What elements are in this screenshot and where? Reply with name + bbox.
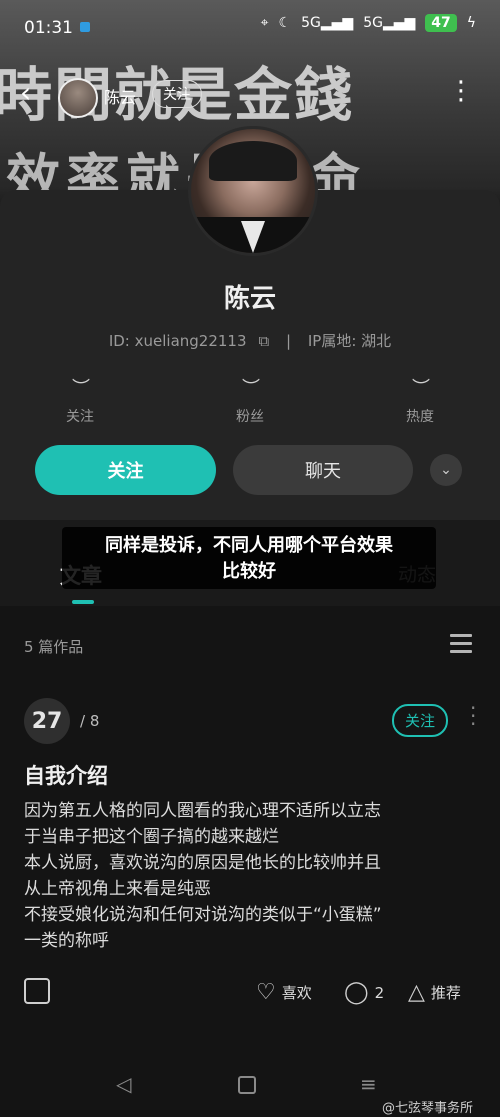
stat-followers[interactable]: ︶ 粉丝 — [200, 374, 300, 426]
post-body-line: 一类的称呼 — [24, 931, 109, 951]
heart-icon: ♡ — [256, 980, 276, 1005]
profile-id-line: ID: xueliang22113 ⧉ | IP属地: 湖北 — [0, 330, 500, 351]
chevron-down-icon[interactable]: ⌄ — [430, 454, 462, 486]
charging-icon: ϟ — [466, 15, 476, 31]
ip-location: IP属地: 湖北 — [307, 332, 392, 350]
comment-button[interactable]: ◯ 2 — [344, 980, 384, 1005]
stat-label: 关注 — [66, 409, 94, 425]
profile-name: 陈云 — [223, 284, 276, 314]
hidden-eye-icon: ︶ — [242, 378, 260, 399]
follow-button[interactable]: 关注 — [35, 445, 216, 495]
share-icon[interactable] — [24, 978, 50, 1004]
profile-stats: ︶ 关注 ︶ 粉丝 ︶ 热度 — [30, 374, 470, 426]
like-label: 喜欢 — [281, 984, 312, 1002]
recommend-button[interactable]: △ 推荐 — [408, 980, 461, 1005]
more-vertical-icon[interactable]: · · · — [470, 698, 476, 734]
comment-count: 2 — [374, 983, 385, 1002]
back-arrow-icon[interactable]: ‹ — [20, 76, 31, 109]
caption-line-2: 比较好 — [222, 561, 276, 582]
post-body: 因为第五人格的同人圈看的我心理不适所以立志 于当串子把这个圈子搞的越来越烂 本人… — [24, 798, 480, 954]
top-username: 陈云 — [104, 88, 137, 107]
post-body-line: 于当串子把这个圈子搞的越来越烂 — [24, 827, 279, 847]
signal-icon-1: 5G▂▄▆ — [301, 15, 354, 31]
top-nav: ‹ 陈云 关注 ⋮ — [0, 76, 500, 118]
active-tab-indicator — [72, 600, 94, 604]
comment-icon: ◯ — [344, 980, 369, 1005]
copy-icon[interactable]: ⧉ — [259, 332, 270, 350]
caption-line-1: 同样是投诉，不同人用哪个平台效果 — [105, 535, 393, 556]
hidden-eye-icon: ︶ — [412, 378, 430, 399]
post-body-line: 因为第五人格的同人圈看的我心理不适所以立志 — [24, 801, 381, 821]
status-time: 01:31 — [24, 18, 73, 38]
works-count: 5 篇作品 — [24, 638, 84, 656]
post-actions: ♡ 喜欢 ◯ 2 △ 推荐 — [0, 974, 500, 1014]
notification-icon — [80, 22, 90, 32]
location-icon: ⌖ — [260, 15, 269, 31]
battery-indicator: 47 — [425, 14, 457, 32]
stat-label: 热度 — [406, 409, 434, 425]
status-bar: 01:31 ⌖ ☾ 5G▂▄▆ 5G▂▄▆ 47 ϟ — [0, 0, 500, 56]
avatar-small[interactable] — [58, 78, 98, 118]
nav-menu-icon[interactable]: ≡ — [360, 1072, 377, 1096]
status-icons: ⌖ ☾ 5G▂▄▆ 5G▂▄▆ 47 ϟ — [261, 14, 476, 32]
post-number-badge: 27 — [24, 698, 70, 744]
post-body-line: 不接受娘化说沟和任何对说沟的类似于“小蛋糕” — [24, 905, 382, 925]
signal-icon-2: 5G▂▄▆ — [363, 15, 416, 31]
profile-avatar[interactable] — [188, 126, 318, 256]
user-id: ID: xueliang22113 — [108, 332, 247, 350]
watermark: @七弦琴事务所 — [382, 1101, 474, 1116]
post-body-line: 从上帝视角上来看是纯恶 — [24, 879, 211, 899]
stat-following[interactable]: ︶ 关注 — [30, 374, 130, 426]
post-card[interactable]: 27 / 8 关注 · · · 自我介绍 因为第五人格的同人圈看的我心理不适所以立志… — [0, 690, 500, 1020]
chat-button[interactable]: 聊天 — [233, 445, 413, 495]
post-body-line: 本人说厨，喜欢说沟的原因是他长的比较帅并且 — [24, 853, 381, 873]
like-button[interactable]: ♡ 喜欢 — [256, 980, 312, 1005]
divider: | — [286, 332, 292, 350]
stat-label: 粉丝 — [236, 409, 264, 425]
caption-overlay: 同样是投诉，不同人用哪个平台效果 比较好 — [62, 527, 436, 589]
more-vertical-icon[interactable]: ⋮ — [448, 76, 474, 106]
post-number-total: / 8 — [80, 712, 100, 730]
post-follow-button[interactable]: 关注 — [392, 704, 449, 737]
works-header: 5 篇作品 — [0, 630, 500, 660]
top-follow-button[interactable]: 关注 — [152, 80, 202, 108]
post-title: 自我介绍 — [24, 764, 108, 788]
stat-popularity[interactable]: ︶ 热度 — [370, 374, 470, 426]
nav-back-icon[interactable]: ◁ — [116, 1072, 131, 1096]
nav-home-icon[interactable] — [238, 1076, 256, 1094]
moon-icon: ☾ — [278, 15, 292, 31]
recommend-label: 推荐 — [430, 984, 461, 1002]
list-view-icon[interactable] — [450, 634, 472, 658]
thumbs-up-icon: △ — [408, 980, 425, 1005]
hidden-eye-icon: ︶ — [72, 378, 90, 399]
